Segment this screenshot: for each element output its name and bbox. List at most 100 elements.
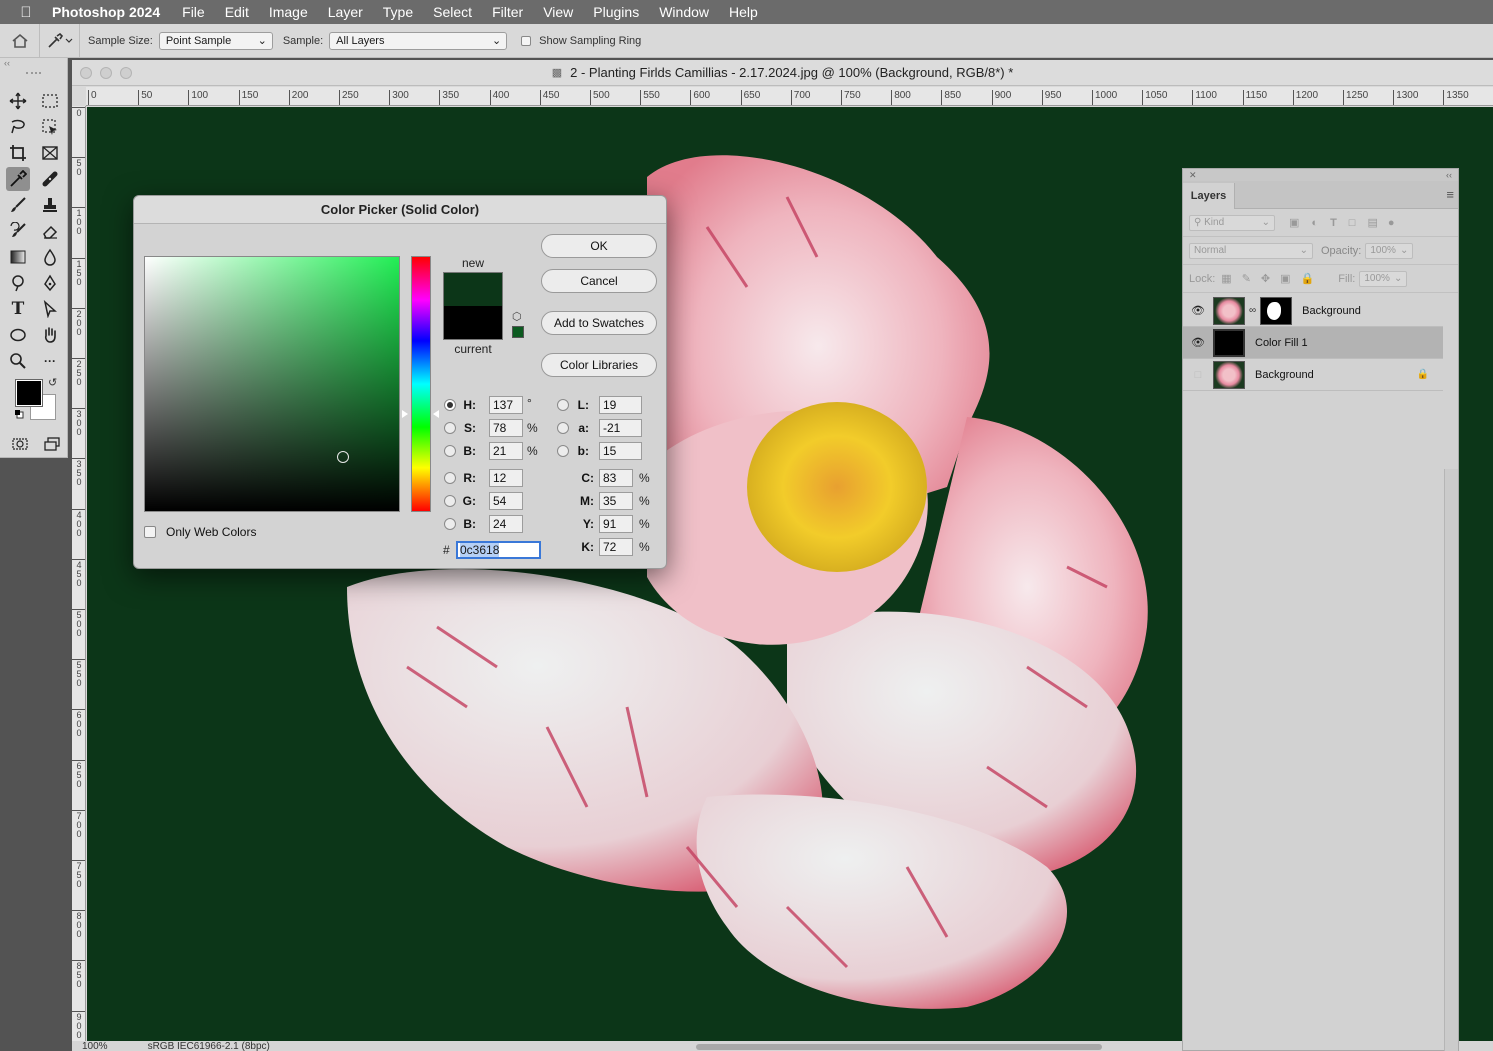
pen-tool-icon[interactable] bbox=[38, 271, 62, 295]
menu-edit[interactable]: Edit bbox=[225, 4, 249, 20]
saturation-input[interactable]: 78 bbox=[489, 419, 523, 437]
color-field[interactable] bbox=[144, 256, 400, 512]
blur-tool-icon[interactable] bbox=[38, 245, 62, 269]
eyedropper-tool-icon[interactable] bbox=[6, 167, 30, 191]
panel-grip[interactable] bbox=[26, 72, 41, 82]
layer-mask-thumbnail[interactable] bbox=[1260, 296, 1293, 325]
layer-row[interactable]: □ Background 🔒 bbox=[1183, 359, 1443, 391]
smart-object-filter-icon[interactable]: ▤ bbox=[1367, 216, 1377, 229]
menu-layer[interactable]: Layer bbox=[328, 4, 363, 20]
sample-select[interactable]: All Layers ⌄ bbox=[329, 31, 508, 50]
home-icon[interactable] bbox=[0, 23, 40, 58]
lasso-tool-icon[interactable] bbox=[6, 115, 30, 139]
brightness-radio[interactable] bbox=[444, 445, 456, 457]
saturation-radio[interactable] bbox=[444, 422, 456, 434]
lock-all-icon[interactable]: 🔒 bbox=[1301, 272, 1315, 285]
cancel-button[interactable]: Cancel bbox=[541, 269, 657, 293]
add-to-swatches-button[interactable]: Add to Swatches bbox=[541, 311, 657, 335]
collapse-panel-icon[interactable]: ‹‹ bbox=[1446, 169, 1452, 181]
marquee-tool-icon[interactable] bbox=[38, 89, 62, 113]
brush-tool-icon[interactable] bbox=[6, 193, 30, 217]
menu-plugins[interactable]: Plugins bbox=[593, 4, 639, 20]
panel-scrollbar[interactable] bbox=[1444, 469, 1458, 1051]
menu-type[interactable]: Type bbox=[383, 4, 413, 20]
kind-filter-select[interactable]: ⚲ Kind ⌄ bbox=[1189, 214, 1275, 231]
close-panel-icon[interactable]: ✕ bbox=[1189, 169, 1197, 181]
lock-artboard-icon[interactable]: ▣ bbox=[1280, 272, 1290, 285]
red-input[interactable]: 12 bbox=[489, 469, 523, 487]
hue-input[interactable]: 137 bbox=[489, 396, 523, 414]
foreground-color-swatch[interactable] bbox=[15, 379, 43, 407]
clone-stamp-tool-icon[interactable] bbox=[38, 193, 62, 217]
history-brush-tool-icon[interactable] bbox=[6, 219, 30, 243]
menu-select[interactable]: Select bbox=[433, 4, 472, 20]
only-web-colors-checkbox[interactable] bbox=[144, 526, 156, 538]
green-input[interactable]: 54 bbox=[489, 492, 523, 510]
lock-transparent-icon[interactable]: ▦ bbox=[1221, 272, 1231, 285]
eyedropper-preset-icon[interactable] bbox=[40, 23, 80, 58]
color-libraries-button[interactable]: Color Libraries bbox=[541, 353, 657, 377]
show-sampling-ring-checkbox[interactable] bbox=[521, 35, 532, 46]
zoom-level[interactable]: 100% bbox=[82, 1041, 108, 1051]
sample-size-select[interactable]: Point Sample ⌄ bbox=[158, 31, 273, 50]
cyan-input[interactable]: 83 bbox=[599, 469, 633, 487]
hue-slider-handle-left[interactable] bbox=[402, 410, 408, 418]
frame-tool-icon[interactable] bbox=[38, 141, 62, 165]
adjustment-filter-icon[interactable]: ◐ bbox=[1311, 217, 1318, 229]
green-radio[interactable] bbox=[444, 495, 456, 507]
eraser-tool-icon[interactable] bbox=[38, 219, 62, 243]
crop-tool-icon[interactable] bbox=[6, 141, 30, 165]
lab-l-input[interactable]: 19 bbox=[599, 396, 642, 414]
ok-button[interactable]: OK bbox=[541, 234, 657, 258]
swap-colors-icon[interactable]: ↺ bbox=[48, 376, 57, 389]
brightness-input[interactable]: 21 bbox=[489, 442, 523, 460]
blend-mode-select[interactable]: Normal ⌄ bbox=[1189, 242, 1313, 259]
eye-icon[interactable]: 👁 bbox=[1183, 304, 1213, 317]
ellipse-tool-icon[interactable] bbox=[6, 323, 30, 347]
lock-position-icon[interactable]: ✥ bbox=[1261, 272, 1270, 285]
path-selection-tool-icon[interactable] bbox=[38, 297, 62, 321]
close-window-button[interactable] bbox=[80, 67, 92, 79]
hue-slider-handle-right[interactable] bbox=[433, 410, 439, 418]
move-tool-icon[interactable] bbox=[6, 89, 30, 113]
layer-row[interactable]: 👁 ∞ Background bbox=[1183, 295, 1443, 327]
lock-image-icon[interactable]: ✎ bbox=[1242, 272, 1251, 285]
lab-l-radio[interactable] bbox=[557, 399, 569, 411]
web-safe-color-swatch[interactable] bbox=[512, 326, 524, 338]
type-tool-icon[interactable]: T bbox=[6, 297, 30, 321]
out-of-gamut-cube-icon[interactable]: ⬡ bbox=[512, 310, 522, 323]
document-tab[interactable]: ▩ 2 - Planting Firlds Camillias - 2.17.2… bbox=[72, 60, 1493, 86]
minimize-window-button[interactable] bbox=[100, 67, 112, 79]
horizontal-ruler[interactable]: 0 50 100 150 200 250 300 350 400 450 500 550 600 650 7… bbox=[86, 87, 1493, 106]
blue-radio[interactable] bbox=[444, 518, 456, 530]
opacity-input[interactable]: 100% ⌄ bbox=[1365, 242, 1414, 259]
object-selection-tool-icon[interactable] bbox=[38, 115, 62, 139]
more-tools-icon[interactable]: ··· bbox=[38, 349, 62, 373]
menu-file[interactable]: File bbox=[182, 4, 205, 20]
dodge-tool-icon[interactable] bbox=[6, 271, 30, 295]
type-filter-icon[interactable]: T bbox=[1330, 217, 1337, 229]
lab-b-radio[interactable] bbox=[557, 445, 569, 457]
screen-mode-icon[interactable] bbox=[40, 432, 64, 456]
default-colors-icon[interactable] bbox=[14, 409, 24, 419]
tab-layers[interactable]: Layers bbox=[1183, 183, 1235, 209]
vertical-ruler[interactable]: 0 50 100 150 200 250 300 350 400 450 500 550 600 650 7… bbox=[72, 106, 86, 1051]
hue-slider[interactable] bbox=[411, 256, 431, 512]
panel-menu-icon[interactable]: ≡ bbox=[1446, 187, 1454, 202]
zoom-tool-icon[interactable] bbox=[6, 349, 30, 373]
horizontal-scrollbar[interactable] bbox=[696, 1044, 1102, 1050]
layer-row[interactable]: 👁 Color Fill 1 bbox=[1183, 327, 1443, 359]
healing-brush-tool-icon[interactable] bbox=[38, 167, 62, 191]
blue-input[interactable]: 24 bbox=[489, 515, 523, 533]
menu-image[interactable]: Image bbox=[269, 4, 308, 20]
collapse-icon[interactable]: ‹‹ bbox=[0, 58, 67, 70]
current-color-swatch[interactable] bbox=[443, 306, 503, 340]
zoom-window-button[interactable] bbox=[120, 67, 132, 79]
color-profile[interactable]: sRGB IEC61966-2.1 (8bpc) bbox=[148, 1041, 270, 1051]
app-name-menu[interactable]: Photoshop 2024 bbox=[52, 4, 160, 20]
color-fill-thumbnail[interactable] bbox=[1213, 328, 1245, 357]
menu-window[interactable]: Window bbox=[659, 4, 709, 20]
fill-input[interactable]: 100% ⌄ bbox=[1359, 270, 1408, 287]
yellow-input[interactable]: 91 bbox=[599, 515, 633, 533]
hex-input[interactable]: 0c3618 bbox=[456, 541, 541, 559]
